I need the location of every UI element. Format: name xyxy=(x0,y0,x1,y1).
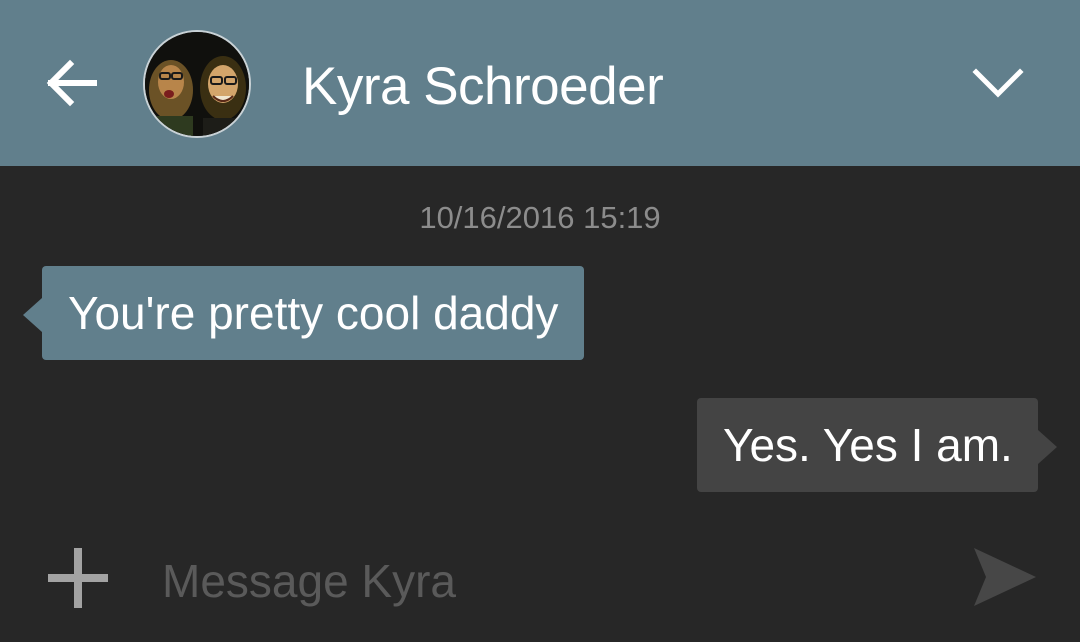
arrow-left-icon xyxy=(46,59,97,107)
back-button[interactable] xyxy=(36,50,108,116)
incoming-message-bubble[interactable]: You're pretty cool daddy xyxy=(42,266,585,360)
avatar[interactable] xyxy=(143,30,251,138)
conversation-header: Kyra Schroeder xyxy=(0,0,1080,166)
message-timestamp: 10/16/2016 15:19 xyxy=(419,200,661,235)
outgoing-bubble-tail xyxy=(1038,430,1057,464)
send-icon xyxy=(974,548,1036,606)
send-button[interactable] xyxy=(966,544,1042,610)
conversation-menu-button[interactable] xyxy=(962,50,1034,116)
plus-icon xyxy=(48,548,108,608)
contact-avatar-photo xyxy=(145,32,249,136)
messaging-app: Kyra Schroeder 10/16/2016 15:19 You're p… xyxy=(0,0,1080,642)
contact-name: Kyra Schroeder xyxy=(302,57,664,116)
message-input[interactable] xyxy=(162,548,922,614)
outgoing-message-bubble[interactable]: Yes. Yes I am. xyxy=(697,398,1038,492)
incoming-bubble-tail xyxy=(23,298,42,332)
chevron-down-icon xyxy=(972,68,1024,98)
add-attachment-button[interactable] xyxy=(40,540,116,616)
